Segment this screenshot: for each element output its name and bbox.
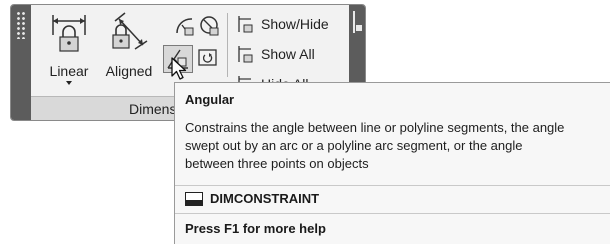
tooltip-description-line: Constrains the angle between line or pol… — [185, 120, 565, 135]
mouse-cursor-icon — [171, 57, 187, 80]
command-line-icon — [185, 191, 203, 206]
diameter-constraint-icon — [200, 16, 219, 36]
aligned-label: Aligned — [105, 63, 153, 79]
tooltip-separator — [175, 213, 610, 214]
pin-icon[interactable] — [353, 11, 362, 33]
show-hide-button[interactable]: Show/Hide — [235, 13, 329, 35]
aligned-button[interactable]: Aligned — [99, 11, 159, 79]
tooltip-command: DIMCONSTRAINT — [185, 191, 319, 206]
show-hide-label: Show/Hide — [261, 16, 329, 32]
panel-divider — [227, 13, 228, 77]
tooltip: Angular Constrains the angle between lin… — [174, 82, 610, 244]
show-all-label: Show All — [261, 46, 315, 62]
show-hide-icon — [238, 16, 253, 33]
tooltip-description: Constrains the angle between line or pol… — [185, 119, 610, 173]
tooltip-separator — [175, 185, 610, 186]
tooltip-description-line: between three points on objects — [185, 156, 369, 171]
tooltip-description-line: swept out by an arc or a polyline arc se… — [185, 138, 523, 153]
show-all-icon — [238, 46, 253, 63]
diameter-button[interactable] — [198, 15, 220, 37]
linear-constraint-icon — [52, 15, 86, 52]
radius-constraint-icon — [176, 18, 194, 36]
tooltip-help-text: Press F1 for more help — [185, 221, 326, 236]
aligned-constraint-icon — [112, 12, 148, 50]
panel-title: Dimens — [129, 101, 177, 117]
linear-button[interactable]: Linear — [43, 11, 95, 85]
radius-button[interactable] — [174, 15, 196, 37]
show-all-button[interactable]: Show All — [235, 43, 315, 65]
panel-grip-handle[interactable] — [11, 5, 31, 120]
tooltip-title: Angular — [185, 92, 235, 107]
linear-label: Linear — [49, 63, 89, 79]
convert-button[interactable] — [197, 47, 219, 69]
linear-dropdown-icon[interactable] — [66, 81, 72, 85]
convert-icon — [198, 49, 217, 66]
tooltip-command-name: DIMCONSTRAINT — [210, 191, 320, 206]
